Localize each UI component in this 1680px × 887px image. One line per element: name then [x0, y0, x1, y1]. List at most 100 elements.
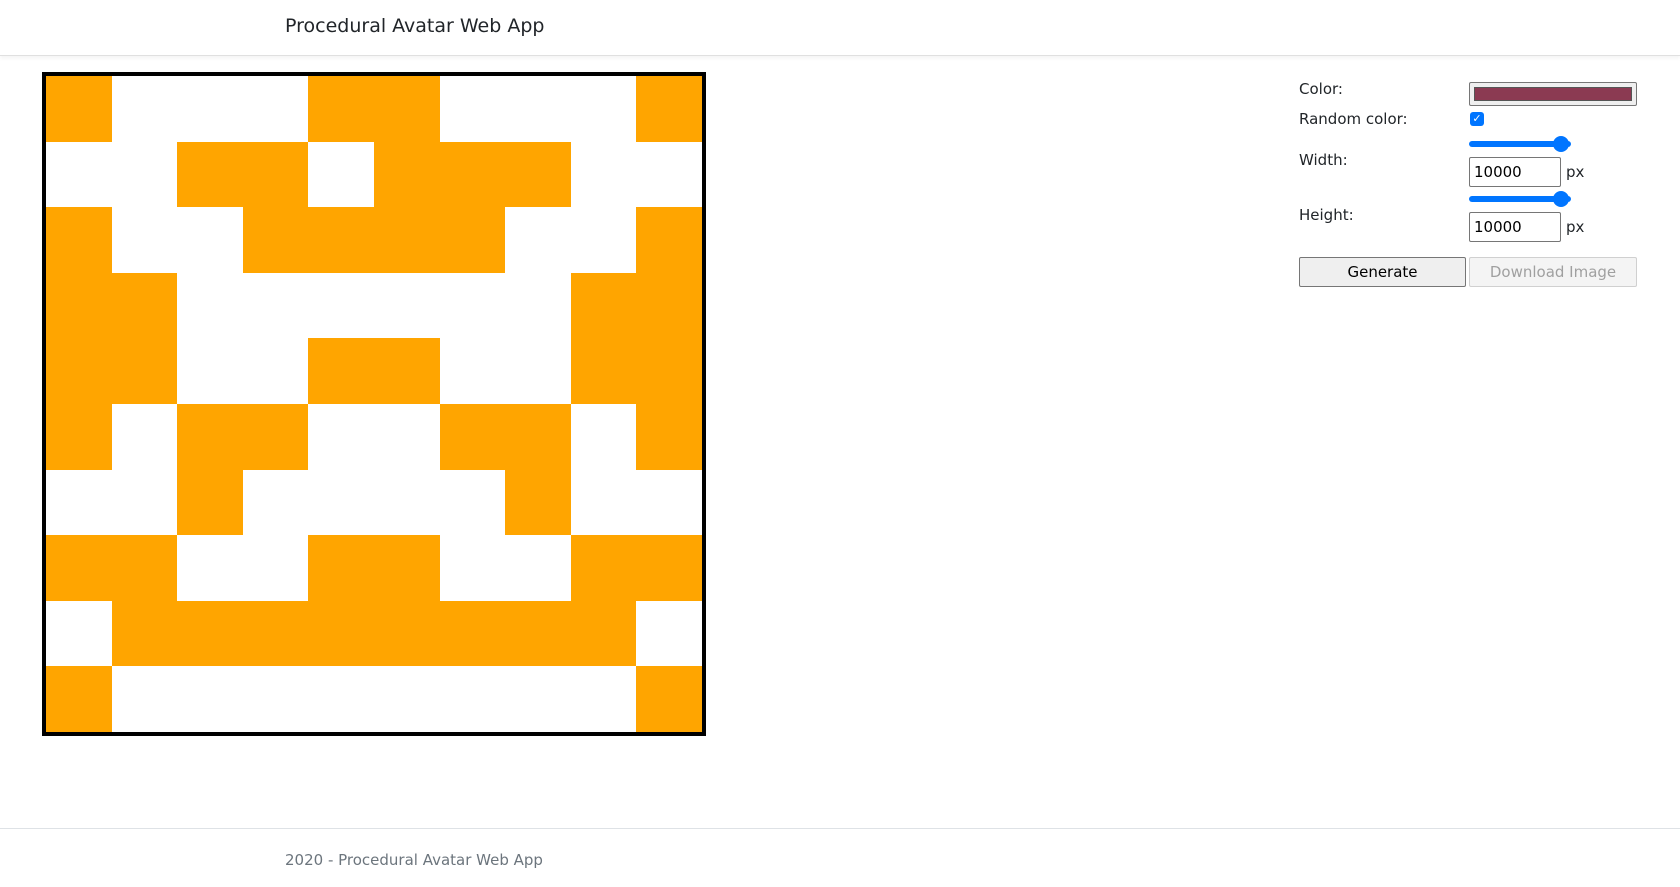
- width-slider-thumb[interactable]: [1552, 136, 1569, 152]
- brand-link[interactable]: Procedural Avatar Web App: [285, 15, 544, 37]
- avatar-cell: [374, 404, 440, 470]
- avatar-cell: [243, 273, 309, 339]
- avatar-cell: [373, 338, 440, 404]
- avatar-cell: [374, 470, 440, 536]
- avatar-cell: [571, 142, 637, 208]
- avatar-cell: [308, 404, 374, 470]
- avatar-cell: [373, 207, 440, 273]
- width-input[interactable]: [1469, 157, 1561, 187]
- avatar-cell: [46, 470, 112, 536]
- download-image-button[interactable]: Download Image: [1469, 257, 1637, 287]
- height-unit: px: [1566, 218, 1585, 236]
- avatar-cell: [243, 470, 309, 536]
- avatar-cell: [177, 403, 243, 470]
- width-slider[interactable]: [1469, 136, 1571, 152]
- height-slider[interactable]: [1469, 191, 1571, 207]
- avatar-grid: [46, 76, 702, 732]
- avatar-cell: [373, 76, 440, 142]
- avatar-cell: [46, 142, 112, 208]
- random-color-label: Random color:: [1299, 110, 1408, 128]
- width-label: Width:: [1299, 151, 1348, 169]
- avatar-cell: [111, 535, 178, 601]
- avatar-cell: [46, 403, 112, 470]
- avatar-cell: [243, 535, 309, 601]
- avatar-cell: [505, 535, 571, 601]
- avatar-cell: [242, 141, 309, 208]
- avatar-cell: [111, 338, 178, 404]
- avatar-cell: [177, 273, 243, 339]
- avatar-cell: [177, 76, 243, 142]
- avatar-cell: [243, 666, 309, 732]
- avatar-cell: [374, 666, 440, 732]
- color-picker[interactable]: [1469, 82, 1637, 106]
- avatar-cell: [308, 666, 374, 732]
- avatar-cell: [636, 403, 702, 470]
- avatar-cell: [177, 207, 243, 273]
- avatar-cell: [373, 535, 440, 601]
- avatar-cell: [571, 207, 637, 273]
- avatar-cell: [571, 470, 637, 536]
- avatar-cell: [308, 273, 374, 339]
- width-unit: px: [1566, 163, 1585, 181]
- avatar-cell: [505, 76, 571, 142]
- avatar-cell: [374, 273, 440, 339]
- avatar-cell: [177, 535, 243, 601]
- avatar-cell: [46, 76, 112, 142]
- avatar-cell: [243, 76, 309, 142]
- avatar-cell: [571, 404, 637, 470]
- avatar-cell: [308, 600, 374, 667]
- avatar-cell: [505, 207, 571, 273]
- avatar-cell: [308, 142, 374, 208]
- avatar-cell: [308, 535, 374, 601]
- avatar-cell: [505, 403, 571, 470]
- avatar-cell: [177, 469, 243, 536]
- avatar-cell: [505, 469, 571, 536]
- avatar-cell: [177, 666, 243, 732]
- avatar-cell: [308, 470, 374, 536]
- avatar-cell: [636, 470, 702, 536]
- color-label: Color:: [1299, 80, 1343, 98]
- avatar-cell: [112, 666, 178, 732]
- avatar-cell: [111, 600, 178, 667]
- avatar-cell: [440, 76, 506, 142]
- avatar-cell: [112, 470, 178, 536]
- avatar-cell: [177, 338, 243, 404]
- avatar-cell: [46, 535, 112, 601]
- avatar-cell: [636, 142, 702, 208]
- avatar-cell: [440, 535, 506, 601]
- avatar-cell: [112, 207, 178, 273]
- avatar-cell: [570, 535, 637, 601]
- avatar-cell: [112, 404, 178, 470]
- avatar-cell: [308, 207, 374, 273]
- avatar-cell: [440, 666, 506, 732]
- avatar-cell: [439, 600, 506, 667]
- avatar-cell: [243, 338, 309, 404]
- avatar-cell: [571, 666, 637, 732]
- avatar-cell: [46, 207, 112, 273]
- avatar-cell: [111, 272, 178, 339]
- height-input[interactable]: [1469, 212, 1561, 242]
- avatar-cell: [570, 338, 637, 404]
- avatar-cell: [242, 600, 309, 667]
- avatar-cell: [242, 403, 309, 470]
- random-color-checkbox[interactable]: ✓: [1470, 112, 1484, 126]
- avatar-cell: [571, 76, 637, 142]
- avatar-cell: [636, 207, 702, 273]
- avatar-cell: [636, 601, 702, 667]
- height-slider-thumb[interactable]: [1552, 191, 1569, 207]
- color-swatch: [1474, 87, 1632, 101]
- avatar-cell: [46, 338, 112, 404]
- avatar-cell: [505, 273, 571, 339]
- avatar-cell: [242, 207, 309, 273]
- avatar-cell: [505, 600, 571, 667]
- avatar-cell: [570, 272, 637, 339]
- avatar-cell: [440, 338, 506, 404]
- avatar-cell: [440, 273, 506, 339]
- generate-button[interactable]: Generate: [1299, 257, 1466, 287]
- avatar-cell: [112, 142, 178, 208]
- avatar-cell: [636, 338, 702, 404]
- avatar-cell: [636, 76, 702, 142]
- avatar-cell: [636, 272, 702, 339]
- avatar-cell: [373, 141, 440, 208]
- avatar-cell: [505, 666, 571, 732]
